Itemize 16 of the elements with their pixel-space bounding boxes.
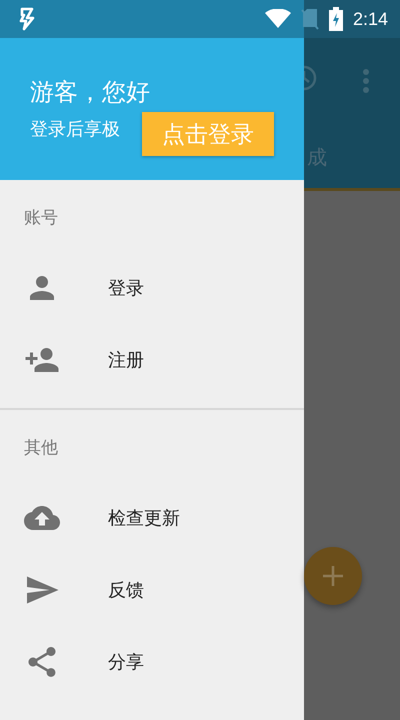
subtitle-text: 登录后享极 bbox=[30, 118, 120, 142]
section-title: 账号 bbox=[24, 206, 58, 228]
menu-item[interactable]: 注册 bbox=[0, 324, 304, 396]
plus-icon bbox=[321, 564, 345, 588]
wifi-icon bbox=[264, 9, 291, 29]
menu-item[interactable]: 反馈 bbox=[0, 554, 304, 626]
menu-item[interactable]: 登录 bbox=[0, 252, 304, 324]
battery-charging-icon bbox=[328, 7, 343, 31]
menu-item[interactable]: 检查更新 bbox=[0, 482, 304, 554]
menu-item[interactable]: 分享 bbox=[0, 626, 304, 698]
add-button[interactable] bbox=[304, 547, 362, 605]
more-icon[interactable] bbox=[362, 68, 370, 94]
section-title: 其他 bbox=[24, 436, 58, 458]
lightning-logo-icon bbox=[18, 7, 36, 31]
greeting-text: 游客，您好 bbox=[30, 77, 151, 108]
status-time: 2:14 bbox=[352, 8, 388, 30]
